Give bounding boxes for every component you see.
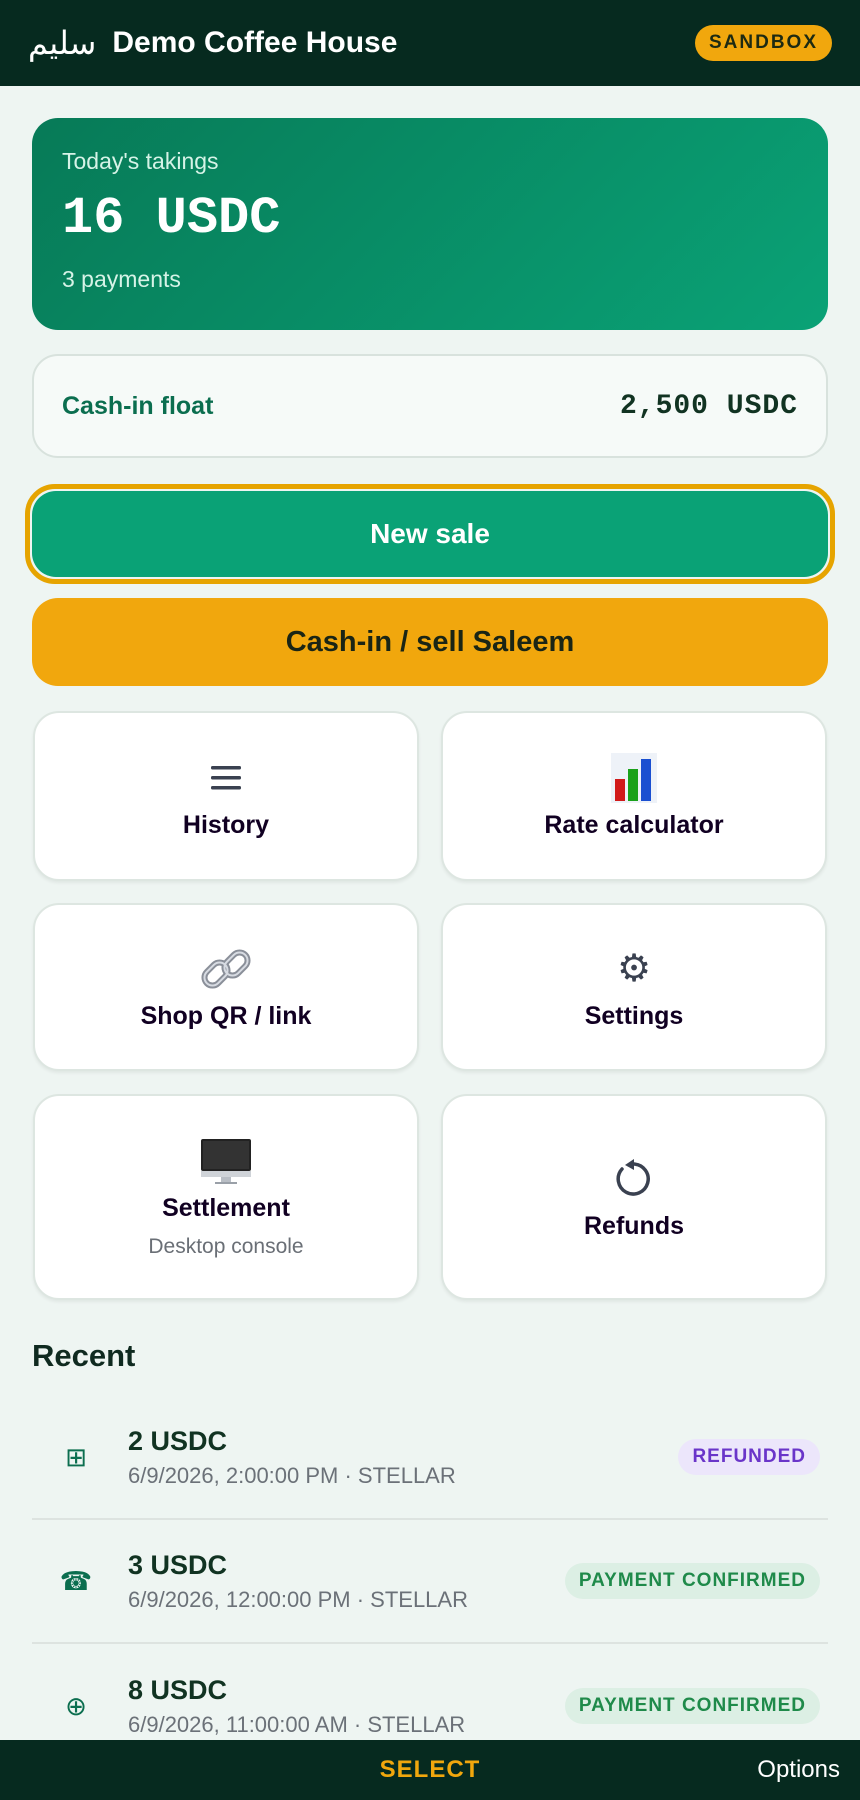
softkey-bar: SELECT Options (0, 1740, 860, 1800)
tile-label: Refunds (584, 1211, 684, 1240)
grid-icon: ⊞ (65, 1441, 87, 1472)
cash-in-float-card: Cash-in float 2,500 USDC (32, 354, 828, 458)
takings-count: 3 payments (62, 266, 181, 292)
tile-label: Rate calculator (544, 810, 724, 839)
tile-label: Settings (584, 1001, 684, 1030)
link-icon (199, 944, 253, 994)
tile-label: Shop QR / link (140, 1001, 312, 1030)
payment-meta: 6/9/2026, 11:00:00 AM · STELLAR (128, 1711, 466, 1737)
tile-refunds[interactable]: Refunds (441, 1094, 827, 1300)
tile-settings[interactable]: ⚙ Settings (441, 903, 827, 1071)
sandbox-badge: SANDBOX (694, 25, 832, 61)
payment-meta: 6/9/2026, 12:00:00 PM · STELLAR (128, 1586, 468, 1612)
tile-settlement[interactable]: Settlement Desktop console (33, 1094, 419, 1300)
takings-label: Today's takings (62, 148, 219, 174)
tile-rate-calculator[interactable]: Rate calculator (441, 711, 827, 881)
list-item[interactable]: ☎ 3 USDC 6/9/2026, 12:00:00 PM · STELLAR… (32, 1520, 828, 1644)
status-badge: PAYMENT CONFIRMED (564, 1563, 820, 1599)
takings-card: Today's takings 16 USDC 3 payments (32, 118, 828, 330)
phone-icon: ☎ (59, 1565, 93, 1596)
payment-amount: 3 USDC (128, 1549, 228, 1580)
payment-amount: 8 USDC (128, 1674, 228, 1705)
status-badge: PAYMENT CONFIRMED (564, 1688, 820, 1724)
tile-shop-qr[interactable]: Shop QR / link (33, 903, 419, 1071)
float-label: Cash-in float (62, 391, 214, 420)
list-icon (209, 753, 243, 803)
brand-arabic-name: سليم (28, 24, 97, 62)
tile-label: Settlement (162, 1193, 290, 1222)
takings-amount: 16 USDC (62, 189, 281, 248)
payment-amount: 2 USDC (128, 1425, 228, 1456)
desktop-icon (199, 1136, 253, 1186)
payment-meta: 6/9/2026, 2:00:00 PM · STELLAR (128, 1462, 456, 1488)
cash-in-button[interactable]: Cash-in / sell Saleem (32, 598, 828, 686)
status-badge: REFUNDED (678, 1439, 820, 1475)
tile-history[interactable]: History (33, 711, 419, 881)
softkey-options[interactable]: Options (757, 1756, 840, 1784)
plus-circle-icon: ⊕ (65, 1690, 87, 1721)
list-item[interactable]: ⊞ 2 USDC 6/9/2026, 2:00:00 PM · STELLAR … (32, 1396, 828, 1520)
shop-name: Demo Coffee House (112, 26, 398, 59)
recent-heading: Recent (32, 1338, 136, 1373)
bar-chart-icon (611, 752, 657, 803)
tile-label: History (182, 810, 270, 839)
refund-icon (612, 1154, 656, 1204)
tile-sublabel: Desktop console (148, 1234, 304, 1258)
float-value: 2,500 USDC (619, 390, 798, 422)
gear-icon: ⚙ (616, 948, 652, 990)
new-sale-button[interactable]: New sale (32, 491, 828, 577)
app-header: سليم Demo Coffee House SANDBOX (0, 0, 860, 86)
softkey-select[interactable]: SELECT (0, 1756, 860, 1784)
